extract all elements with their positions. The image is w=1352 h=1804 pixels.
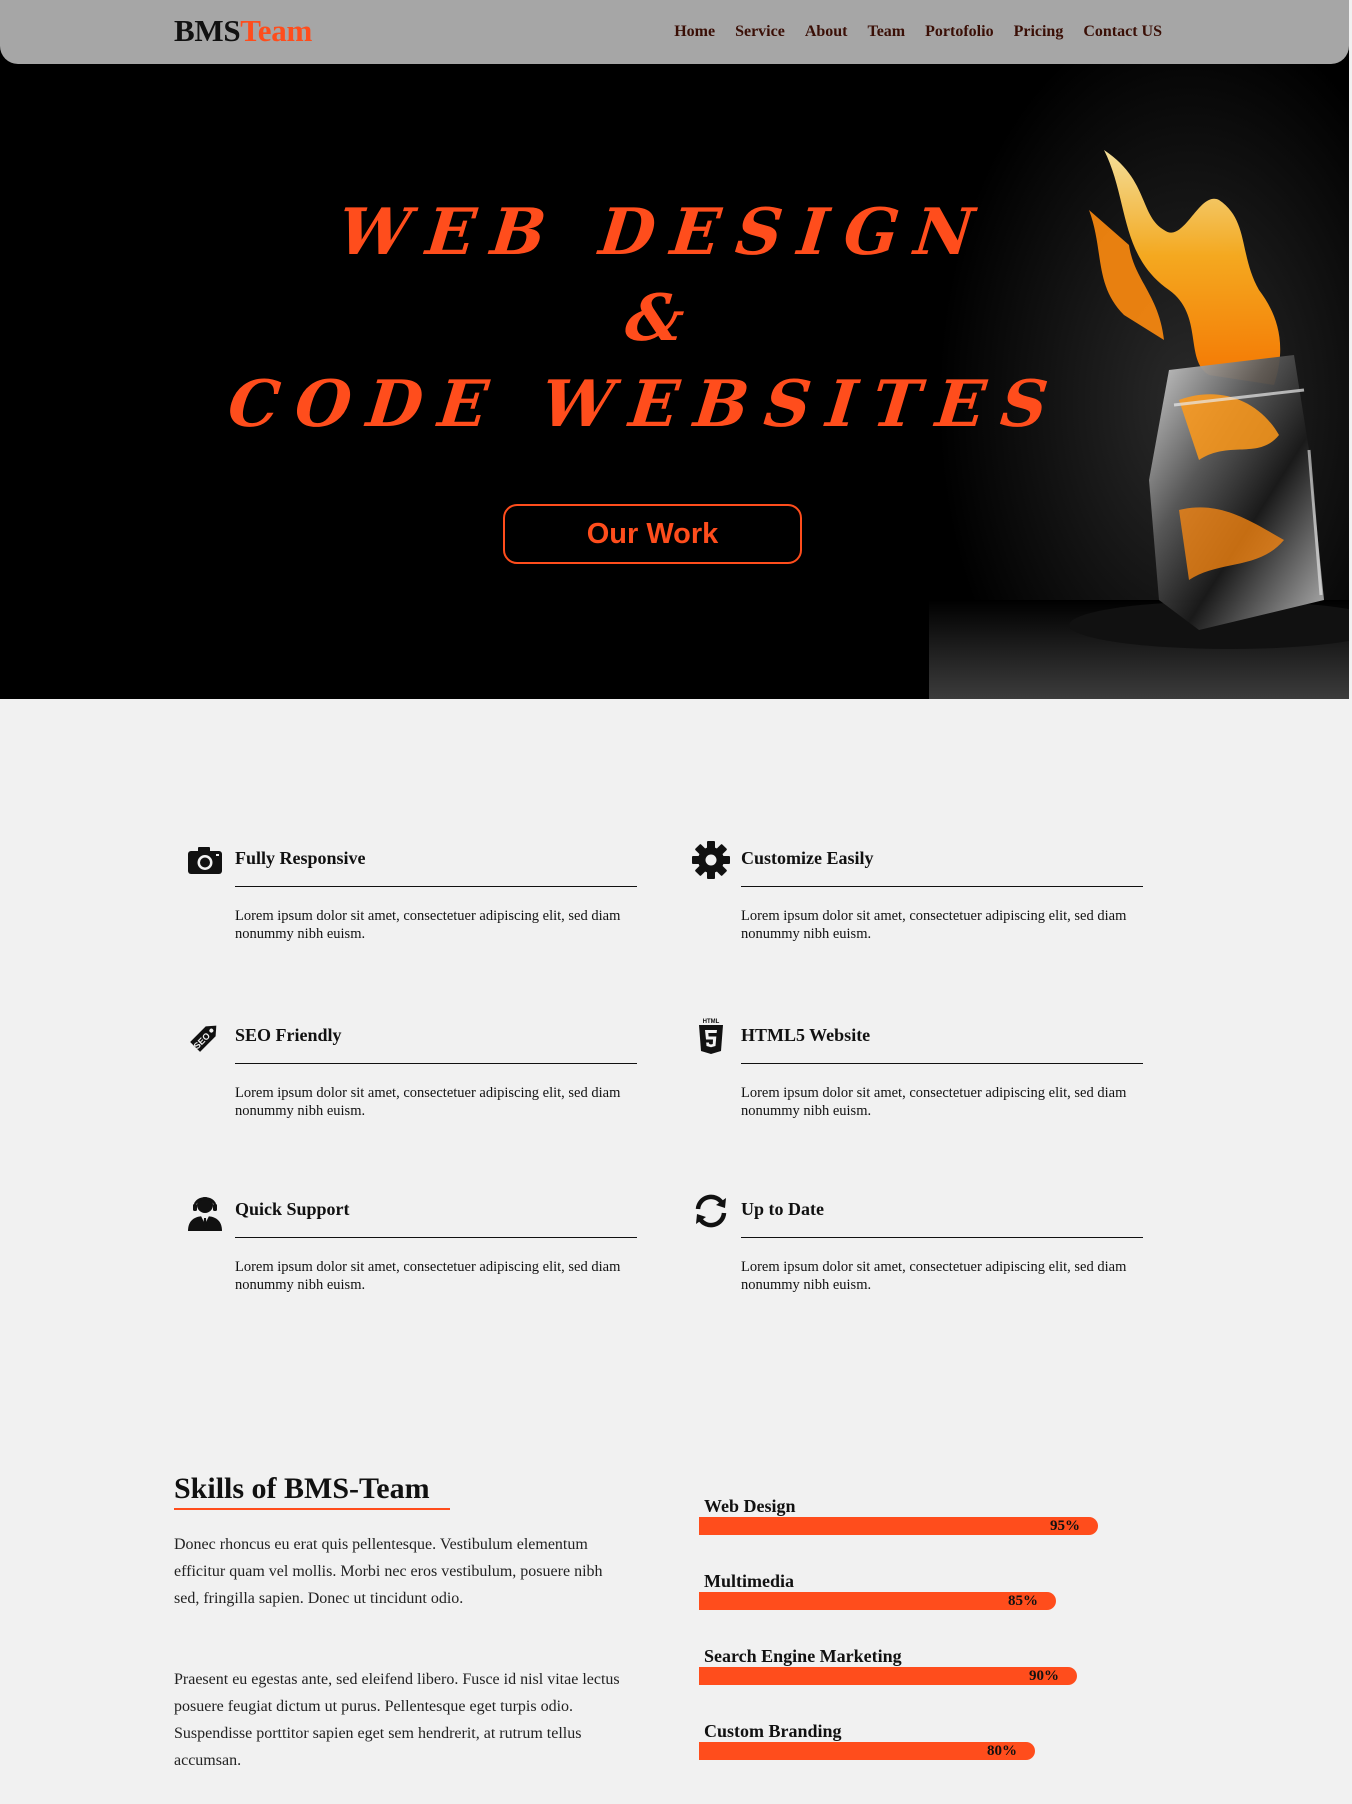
skill-progress-bar: 85% (699, 1592, 1056, 1610)
support-agent-icon (188, 1197, 222, 1231)
skill-name: Web Design (704, 1496, 796, 1516)
skill-percent: 95% (1050, 1518, 1080, 1534)
feature-customize-easily: Customize Easily Lorem ipsum dolor sit a… (692, 841, 1143, 943)
skill-percent: 85% (1008, 1593, 1038, 1609)
skill-item: Search Engine Marketing 90% (699, 1645, 1119, 1685)
main-nav: Home Service About Team Portofolio Prici… (674, 23, 1162, 41)
nav-team[interactable]: Team (868, 23, 906, 41)
feature-title: HTML5 Website (741, 1025, 1143, 1064)
gear-icon (692, 841, 730, 879)
skill-name: Search Engine Marketing (704, 1646, 902, 1666)
our-work-button[interactable]: Our Work (503, 504, 802, 564)
hero-title: Web Design & Code Websites (0, 190, 1324, 448)
brand-logo[interactable]: BMSTeam (174, 13, 312, 49)
skills-paragraph-1: Donec rhoncus eu erat quis pellentesque.… (174, 1536, 603, 1607)
feature-title: Up to Date (741, 1199, 1143, 1238)
nav-about[interactable]: About (805, 23, 848, 41)
brand-part2: Team (240, 13, 312, 48)
skill-name: Custom Branding (704, 1721, 842, 1741)
feature-text: Lorem ipsum dolor sit amet, consectetuer… (235, 1085, 621, 1119)
brand-part1: BMS (174, 13, 241, 48)
feature-text: Lorem ipsum dolor sit amet, consectetuer… (741, 1085, 1127, 1119)
seo-tag-icon: SEO (190, 1025, 217, 1052)
nav-portofolio[interactable]: Portofolio (925, 23, 993, 41)
refresh-icon (695, 1194, 727, 1228)
feature-text: Lorem ipsum dolor sit amet, consectetuer… (741, 908, 1127, 942)
skills-paragraph-2: Praesent eu egestas ante, sed eleifend l… (174, 1671, 620, 1769)
nav-service[interactable]: Service (735, 23, 785, 41)
nav-contact[interactable]: Contact US (1083, 23, 1162, 41)
camera-icon (188, 847, 222, 874)
feature-quick-support: Quick Support Lorem ipsum dolor sit amet… (188, 1197, 637, 1294)
feature-title: Customize Easily (741, 848, 1143, 887)
feature-text: Lorem ipsum dolor sit amet, consectetuer… (741, 1259, 1127, 1293)
skill-progress-bar: 80% (699, 1742, 1035, 1760)
feature-text: Lorem ipsum dolor sit amet, consectetuer… (235, 908, 621, 942)
feature-up-to-date: Up to Date Lorem ipsum dolor sit amet, c… (695, 1194, 1143, 1294)
hero-title-ampersand: & (622, 281, 688, 356)
svg-text:HTML: HTML (703, 1019, 720, 1025)
top-navbar: BMSTeam Home Service About Team Portofol… (0, 0, 1349, 64)
feature-title: SEO Friendly (235, 1025, 637, 1064)
feature-text: Lorem ipsum dolor sit amet, consectetuer… (235, 1259, 621, 1293)
skill-item: Multimedia 85% (699, 1570, 1119, 1610)
feature-html5-website: HTML HTML5 Website Lorem ipsum dolor sit… (699, 1019, 1143, 1120)
feature-fully-responsive: Fully Responsive Lorem ipsum dolor sit a… (188, 847, 637, 943)
html5-icon: HTML (699, 1019, 723, 1054)
skill-percent: 80% (987, 1743, 1017, 1759)
hero-section: Web Design & Code Websites Our Work (0, 40, 1349, 699)
skill-item: Web Design 95% (699, 1495, 1119, 1535)
nav-home[interactable]: Home (674, 23, 715, 41)
feature-title: Quick Support (235, 1199, 637, 1238)
skills-title: Skills of BMS-Team (174, 1470, 450, 1510)
nav-pricing[interactable]: Pricing (1014, 23, 1064, 41)
feature-title: Fully Responsive (235, 848, 637, 887)
skill-percent: 90% (1029, 1668, 1059, 1684)
feature-seo-friendly: SEO SEO Friendly Lorem ipsum dolor sit a… (190, 1025, 637, 1120)
hero-title-line1: Web Design (334, 195, 994, 270)
hero-title-line3: Code Websites (224, 367, 1068, 442)
skill-progress-bar: 95% (699, 1517, 1098, 1535)
skill-name: Multimedia (704, 1571, 794, 1591)
skill-progress-bar: 90% (699, 1667, 1077, 1685)
skill-item: Custom Branding 80% (699, 1720, 1119, 1760)
